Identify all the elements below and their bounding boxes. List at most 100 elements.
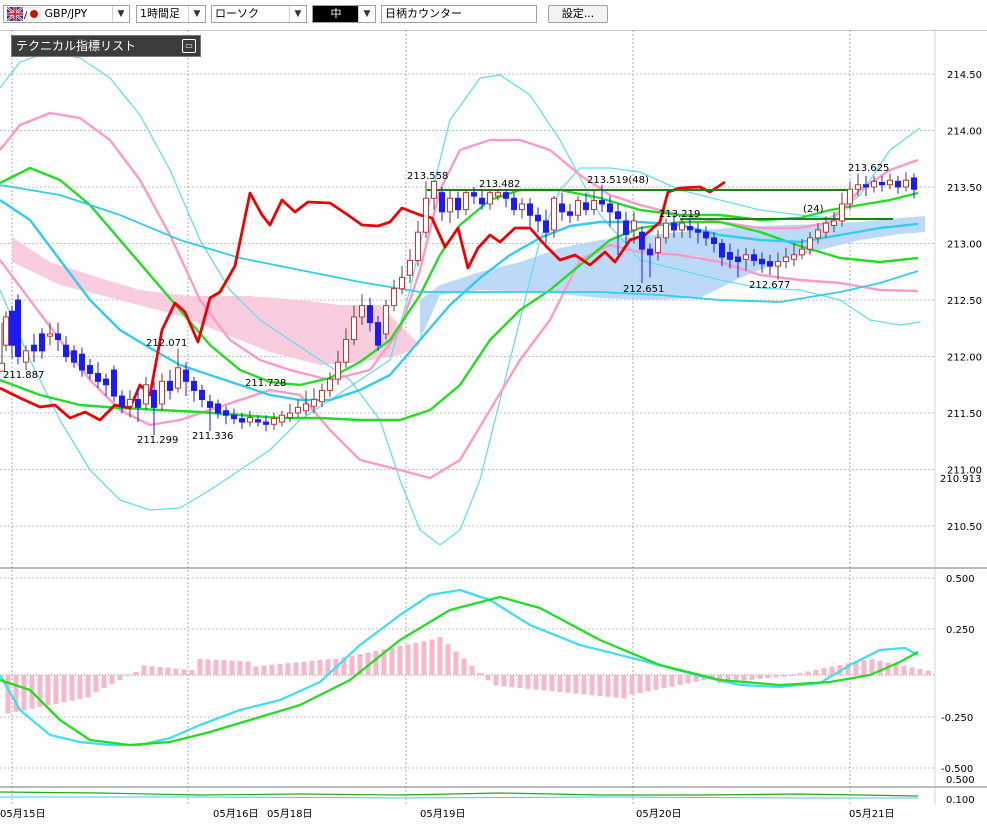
chevron-down-icon[interactable]: ▼ (289, 6, 306, 22)
style-label: 中 (330, 7, 342, 20)
macd-histogram-bar (277, 664, 283, 675)
minimize-icon[interactable]: ▭ (182, 39, 196, 53)
candle (591, 200, 597, 211)
macd-histogram-bar (253, 666, 259, 675)
macd-histogram-bar (61, 675, 67, 703)
chevron-down-icon[interactable]: ▼ (188, 6, 205, 22)
candle (23, 350, 29, 363)
symbol-label: GBP/JPY (44, 7, 88, 20)
macd-histogram-bar (269, 664, 275, 675)
macd-histogram-bar (221, 660, 227, 675)
macd-histogram-bar (677, 675, 683, 685)
candle (351, 316, 357, 341)
macd-histogram-bar (549, 675, 555, 692)
candle (87, 365, 93, 374)
settings-button[interactable]: 設定... (548, 5, 608, 23)
candle (9, 310, 15, 346)
timeframe-select[interactable]: 1時間足 ▼ (136, 5, 206, 23)
macd-histogram-bar (629, 675, 635, 695)
price-axis-label: 214.50 (947, 70, 982, 81)
candle (391, 288, 397, 307)
candle (559, 203, 565, 213)
candle (271, 418, 277, 425)
candle (423, 197, 429, 233)
macd-histogram-bar (773, 675, 779, 678)
date-axis-label: 05月15日 (0, 808, 45, 820)
macd-histogram-bar (133, 672, 139, 675)
candle (831, 220, 837, 226)
price-annotation: 213.219 (659, 209, 700, 220)
candle (663, 222, 669, 239)
symbol-select[interactable]: / GBP/JPY ▼ (3, 5, 130, 23)
macd-histogram-bar (877, 661, 883, 675)
candle (431, 180, 437, 199)
chart-area[interactable]: 211.887 212.071 211.299 211.336 211.728 213.5… (0, 30, 987, 823)
candle (159, 380, 165, 405)
macd-histogram-bar (77, 675, 83, 699)
macd-histogram-bar (165, 667, 171, 675)
candle (615, 211, 621, 220)
macd-histogram-bar (477, 673, 483, 675)
candle (823, 222, 829, 233)
price-axis-label: 212.50 (947, 296, 982, 307)
candle (239, 418, 245, 423)
candle (759, 258, 765, 265)
candle (911, 177, 917, 190)
candle (743, 254, 749, 260)
candle (447, 197, 453, 213)
candle (327, 378, 333, 391)
candle (279, 414, 285, 423)
macd-histogram-bar (21, 675, 27, 711)
chevron-down-icon[interactable]: ▼ (112, 6, 129, 22)
price-axis-label: 213.00 (947, 240, 982, 251)
candle (199, 389, 205, 400)
macd-histogram-bar (261, 665, 267, 675)
candle (711, 237, 717, 245)
macd-histogram-bar (685, 675, 691, 684)
macd-histogram-bar (469, 665, 475, 675)
timeframe-label: 1時間足 (140, 7, 180, 20)
macd-histogram-bar (85, 675, 91, 698)
macd-histogram-bar (589, 675, 595, 696)
price-axis-label: 213.50 (947, 183, 982, 194)
macd-histogram-bar (437, 637, 443, 675)
candle (511, 197, 517, 211)
candle (151, 389, 157, 408)
indicator-list-panel[interactable]: テクニカル指標リスト ▭ (11, 35, 201, 57)
macd-histogram-bar (789, 675, 795, 676)
candle (303, 403, 309, 412)
macd-histogram-bar (525, 675, 531, 689)
macd-histogram-bar (781, 675, 787, 677)
counter-field[interactable]: 日柄カウンター (381, 5, 537, 23)
style-select[interactable]: 中 ▼ (312, 5, 376, 23)
macd-histogram-bar (389, 647, 395, 675)
macd-histogram-bar (661, 675, 667, 689)
candle (727, 252, 733, 260)
macd-line (0, 588, 919, 747)
candle (671, 222, 677, 231)
macd-histogram-bar (597, 675, 603, 696)
price-annotation: 213.482 (479, 179, 520, 190)
candle (871, 180, 877, 188)
date-axis-label: 05月21日 (849, 808, 894, 820)
macd-histogram-bar (429, 639, 435, 675)
macd-histogram-bar (93, 675, 99, 692)
macd-histogram-bar (741, 675, 747, 681)
current-price-label: 210.913 (940, 474, 981, 485)
chart-type-select[interactable]: ローソク ▼ (211, 5, 307, 23)
oscillator-axis-label: 0.250 (946, 625, 975, 636)
candle (455, 197, 461, 211)
price-chart[interactable]: 211.887 212.071 211.299 211.336 211.728 213.5… (0, 30, 987, 823)
macd-histogram-bar (189, 670, 195, 675)
candle (535, 214, 541, 222)
candle (383, 305, 389, 335)
toolbar: / GBP/JPY ▼ 1時間足 ▼ ローソク ▼ 中 ▼ 日柄カウンター 設定… (0, 0, 987, 31)
candle (623, 220, 629, 235)
price-annotation: (24) (803, 204, 824, 215)
chevron-down-icon[interactable]: ▼ (358, 6, 375, 22)
candle (847, 188, 853, 205)
candle (167, 380, 173, 391)
candle (95, 372, 101, 382)
candle (63, 344, 69, 358)
macd-histogram-bar (541, 675, 547, 691)
